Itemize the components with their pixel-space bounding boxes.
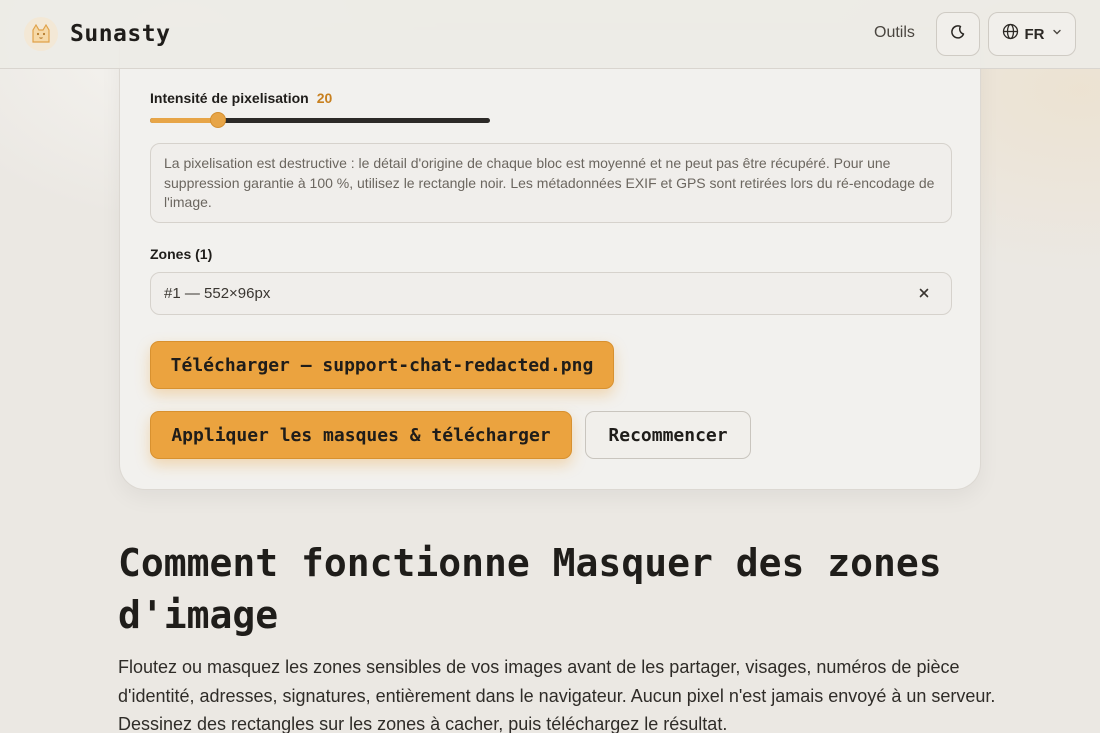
download-button[interactable]: Télécharger — support-chat-redacted.png xyxy=(150,341,614,389)
pixelation-label: Intensité de pixelisation xyxy=(150,90,309,106)
language-select[interactable]: FR xyxy=(988,12,1076,56)
zone-item[interactable]: #1 — 552×96px xyxy=(150,272,952,315)
moon-icon xyxy=(950,24,966,45)
how-it-works-body: Floutez ou masquez les zones sensibles d… xyxy=(118,657,996,733)
pixelation-label-row: Intensité de pixelisation 20 xyxy=(150,90,332,106)
apply-masks-button[interactable]: Appliquer les masques & télécharger xyxy=(150,411,572,459)
nav-tools-link[interactable]: Outils xyxy=(874,24,915,42)
zones-label: Zones (1) xyxy=(150,246,213,262)
zone-item-label: #1 — 552×96px xyxy=(164,285,271,302)
how-it-works-title: Comment fonctionne Masquer des zones d'i… xyxy=(118,541,942,637)
restart-button[interactable]: Recommencer xyxy=(585,411,751,459)
cat-logo-icon xyxy=(24,17,58,51)
slider-thumb[interactable] xyxy=(210,112,226,128)
top-navbar: Sunasty Outils FR xyxy=(0,0,1100,69)
globe-icon xyxy=(1002,23,1019,45)
pixelation-slider[interactable] xyxy=(150,112,490,128)
brand-link[interactable]: Sunasty xyxy=(24,17,170,51)
chevron-down-icon xyxy=(1051,25,1063,43)
slider-fill xyxy=(150,118,218,123)
brand-name: Sunasty xyxy=(70,21,171,47)
pixelation-value: 20 xyxy=(316,90,333,106)
pixelation-notice: La pixelisation est destructive : le dét… xyxy=(150,143,952,223)
remove-zone-icon[interactable] xyxy=(915,284,933,302)
theme-toggle-button[interactable] xyxy=(936,12,980,56)
redaction-tool-card: Intensité de pixelisation 20 La pixelisa… xyxy=(119,30,981,490)
language-label: FR xyxy=(1024,25,1045,43)
